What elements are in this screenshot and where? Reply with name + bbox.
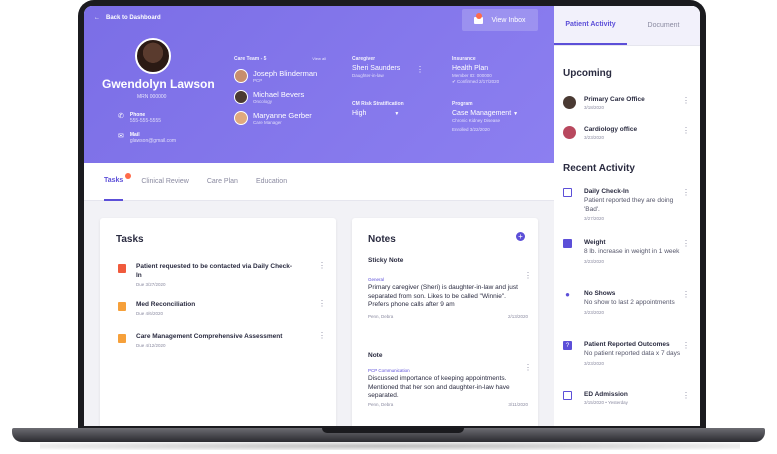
person-remove-icon: ● — [565, 290, 570, 299]
alert-document-icon — [118, 264, 126, 273]
mail-contact[interactable]: ✉ Mail glawson@gmail.com — [118, 132, 176, 144]
patient-mrn: MRN 000000 — [137, 94, 167, 100]
chevron-down-icon: ▼ — [513, 111, 519, 117]
tab-tasks[interactable]: Tasks — [104, 163, 132, 201]
laptop-shadow — [40, 442, 740, 450]
back-to-dashboard-link[interactable]: ← Back to Dashboard — [94, 15, 161, 21]
medication-icon — [118, 302, 126, 311]
note-item[interactable]: PCP Communication Discussed importance o… — [368, 368, 528, 407]
patient-name: Gwendolyn Lawson — [102, 77, 215, 91]
chevron-down-icon: ▼ — [394, 111, 400, 117]
hospital-icon — [563, 391, 572, 400]
phone-icon: ✆ — [118, 113, 124, 120]
panel-tabs: Patient Activity Document — [554, 6, 700, 46]
care-team-view-all-link[interactable]: View all — [312, 56, 326, 61]
add-note-button[interactable]: + — [516, 232, 525, 241]
avatar — [234, 90, 248, 104]
tasks-card: Tasks Patient requested to be contacted … — [100, 218, 336, 426]
upcoming-item[interactable]: Cardiology office 3/23/2020 ⋮ — [563, 126, 694, 140]
main-tabs: Tasks Clinical Review Care Plan Educatio… — [84, 163, 554, 201]
avatar — [563, 126, 576, 139]
care-team-member[interactable]: Michael Bevers Oncology — [234, 90, 330, 104]
activity-more-icon[interactable]: ⋮ — [682, 290, 690, 299]
app-screen: ← Back to Dashboard View Inbox Gwendolyn… — [84, 6, 700, 426]
risk-select[interactable]: High ▼ — [352, 110, 404, 117]
activity-item[interactable]: ? Patient Reported Outcomes No patient r… — [563, 341, 694, 366]
tab-clinical-review[interactable]: Clinical Review — [141, 163, 188, 201]
caregiver-info: Caregiver Sheri Saunders Daughter-in-law… — [352, 56, 424, 78]
activity-item[interactable]: ED Admission 3/15/2020 • Yesterday ⋮ — [563, 391, 694, 405]
tab-education[interactable]: Education — [256, 163, 287, 201]
task-item[interactable]: Med Reconciliation Due 4/6/2020 — [118, 300, 296, 316]
task-more-icon[interactable]: ⋮ — [318, 300, 326, 308]
avatar — [563, 96, 576, 109]
check-in-icon — [563, 188, 572, 197]
recent-activity-title: Recent Activity — [563, 163, 635, 174]
sticky-note-header: Sticky Note — [368, 257, 404, 264]
sticky-note[interactable]: General Primary caregiver (Sheri) is dau… — [368, 277, 528, 319]
laptop-notch — [322, 428, 464, 433]
activity-more-icon[interactable]: ⋮ — [682, 188, 690, 197]
upcoming-more-icon[interactable]: ⋮ — [682, 126, 690, 135]
task-more-icon[interactable]: ⋮ — [318, 332, 326, 340]
upcoming-item[interactable]: Primary Care Office 3/18/2020 ⋮ — [563, 96, 694, 110]
note-header: Note — [368, 352, 383, 359]
tasks-title: Tasks — [116, 234, 144, 245]
arrow-left-icon: ← — [94, 15, 100, 21]
program-select[interactable]: Case Management ▼ — [452, 110, 518, 117]
assessment-icon — [118, 334, 126, 343]
phone-contact[interactable]: ✆ Phone 555-555-5555 — [118, 112, 161, 124]
task-item[interactable]: Patient requested to be contacted via Da… — [118, 262, 296, 287]
check-circle-icon: ✔ — [452, 79, 456, 84]
care-team: Care Team - 5 View all Joseph Blinderman… — [234, 56, 330, 125]
risk-stratification: CM Risk Stratification High ▼ — [352, 101, 404, 117]
note-more-icon[interactable]: ⋮ — [524, 272, 532, 280]
activity-more-icon[interactable]: ⋮ — [682, 239, 690, 248]
care-team-member[interactable]: Joseph Blinderman PCP — [234, 69, 330, 83]
tab-patient-activity[interactable]: Patient Activity — [554, 6, 627, 45]
patient-avatar — [135, 38, 171, 74]
task-more-icon[interactable]: ⋮ — [318, 262, 326, 270]
avatar — [234, 111, 248, 125]
tab-document[interactable]: Document — [627, 6, 700, 45]
caregiver-name: Sheri Saunders — [352, 65, 401, 72]
tasks-badge — [125, 172, 132, 179]
upcoming-more-icon[interactable]: ⋮ — [682, 96, 690, 105]
notes-title: Notes — [368, 234, 396, 245]
activity-more-icon[interactable]: ⋮ — [682, 391, 690, 400]
note-more-icon[interactable]: ⋮ — [524, 364, 532, 372]
avatar — [234, 69, 248, 83]
task-item[interactable]: Care Management Comprehensive Assessment… — [118, 332, 306, 348]
activity-more-icon[interactable]: ⋮ — [682, 341, 690, 350]
care-team-member[interactable]: Maryanne Gerber Care Manager — [234, 111, 330, 125]
patient-header: ← Back to Dashboard View Inbox Gwendolyn… — [84, 6, 554, 163]
activity-item[interactable]: Weight 8 lb. increase in weight in 1 wee… — [563, 239, 694, 264]
question-report-icon: ? — [563, 341, 572, 350]
caregiver-more-icon[interactable]: ⋮ — [416, 65, 424, 74]
program-info: Program Case Management ▼ Chronic Kidney… — [452, 101, 519, 132]
upcoming-title: Upcoming — [563, 68, 612, 79]
weight-scale-icon — [563, 239, 572, 248]
notes-card: Notes + Sticky Note General Primary care… — [352, 218, 538, 426]
view-inbox-button[interactable]: View Inbox — [462, 9, 538, 31]
inbox-badge — [476, 13, 482, 19]
activity-item[interactable]: ● No Shows No show to last 2 appointment… — [563, 290, 694, 315]
activity-panel: Patient Activity Document Upcoming Prima… — [554, 6, 700, 426]
tab-care-plan[interactable]: Care Plan — [207, 163, 238, 201]
mail-icon: ✉ — [118, 133, 124, 140]
activity-item[interactable]: Daily Check-In Patient reported they are… — [563, 188, 694, 221]
insurance-info: Insurance Health Plan Member ID: 000000 … — [452, 56, 500, 84]
